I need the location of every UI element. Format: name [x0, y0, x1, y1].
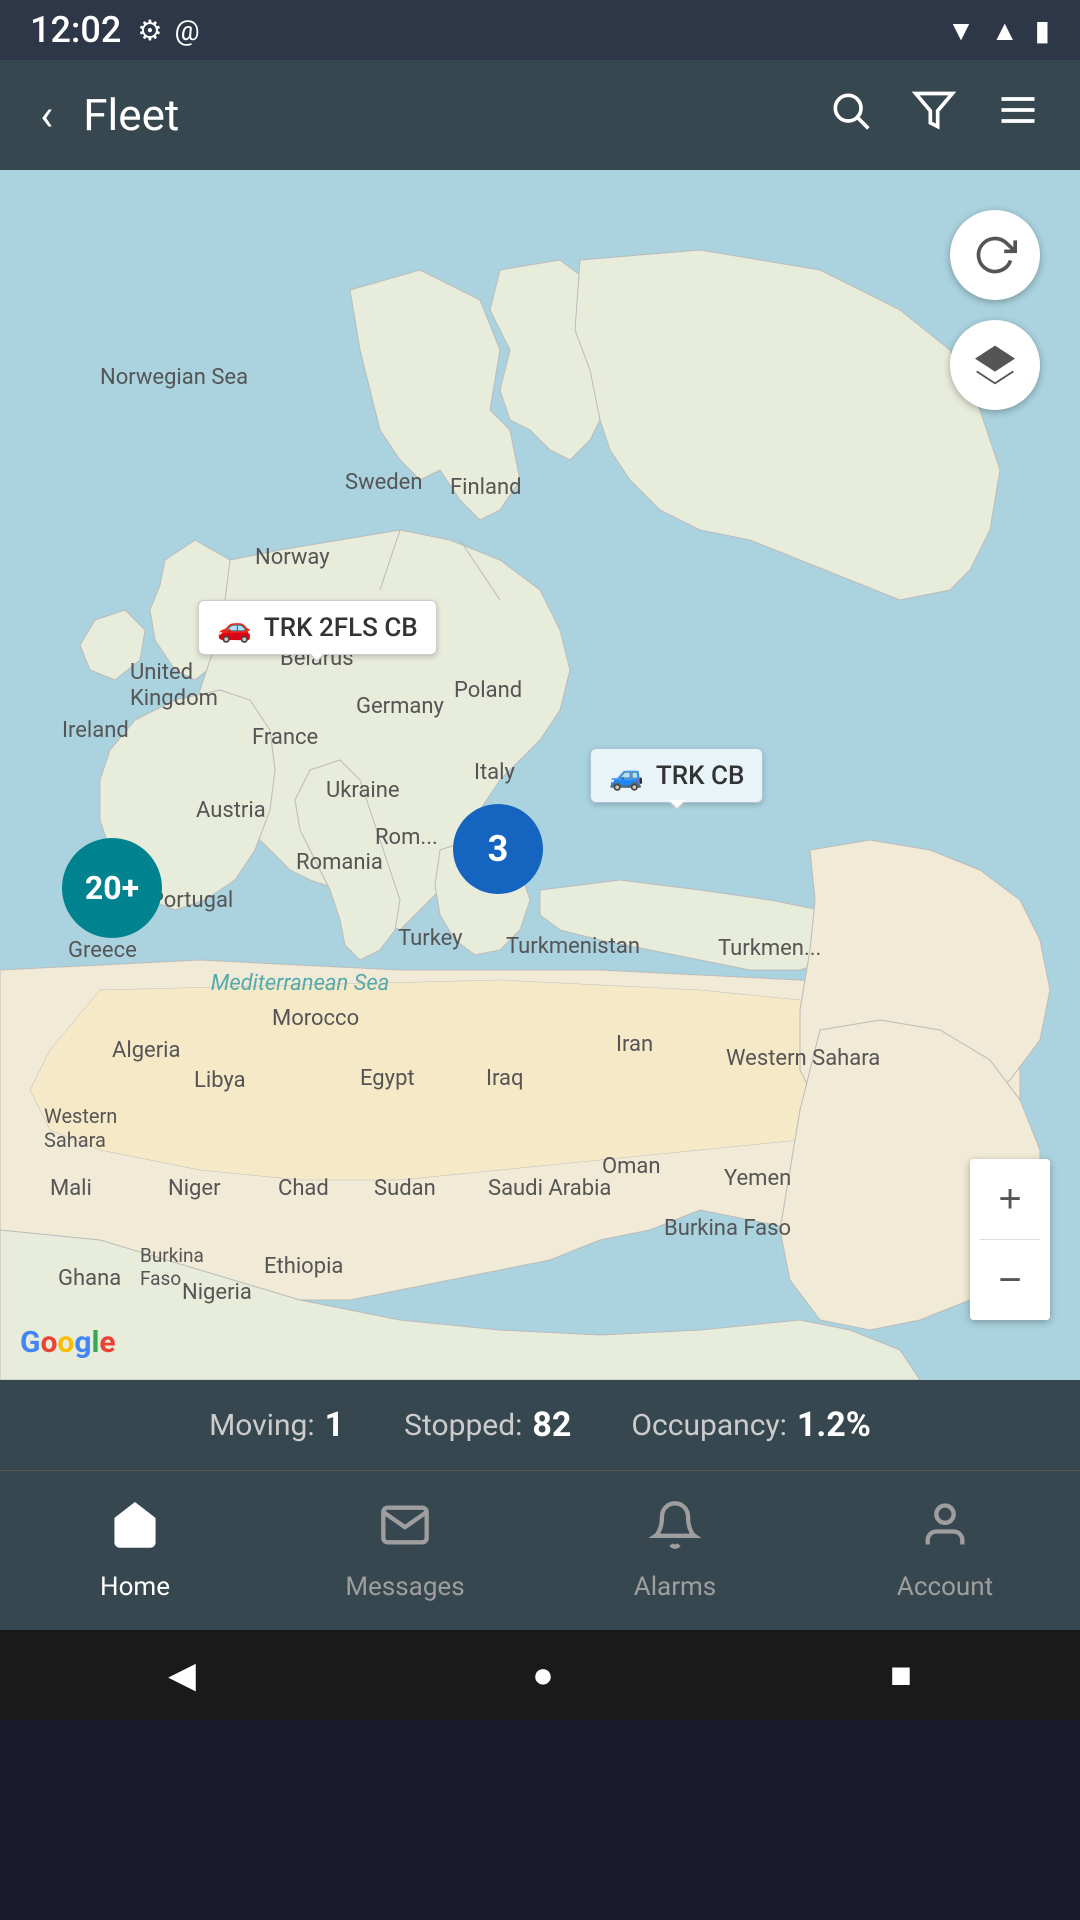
alarms-icon — [649, 1499, 701, 1564]
google-g: G — [20, 1325, 40, 1360]
signal-icon: ▲ — [991, 14, 1019, 47]
android-back-button[interactable]: ◀ — [138, 1644, 226, 1706]
wifi-icon: ▼ — [947, 14, 975, 47]
home-icon — [109, 1499, 161, 1564]
filter-button[interactable] — [902, 78, 966, 153]
google-logo: G o o g l e — [20, 1325, 116, 1360]
menu-button[interactable] — [986, 78, 1050, 153]
map-container[interactable]: Mediterranean Sea Norwegian Sea Sweden F… — [0, 170, 1080, 1380]
zoom-controls: + − — [970, 1159, 1050, 1320]
app-bar-actions — [818, 78, 1050, 153]
zoom-in-button[interactable]: + — [970, 1159, 1050, 1239]
messages-icon — [379, 1499, 431, 1564]
gear-icon: ⚙ — [137, 14, 162, 47]
stat-moving: Moving: 1 — [179, 1405, 374, 1445]
nav-home[interactable]: Home — [0, 1471, 270, 1630]
stats-bar: Moving: 1 Stopped: 82 Occupancy: 1.2% — [0, 1380, 1080, 1470]
status-bar: 12:02 ⚙ @ ▼ ▲ ▮ — [0, 0, 1080, 60]
car-icon-grey: 🚙 — [609, 759, 644, 792]
account-icon — [919, 1499, 971, 1564]
moving-value: 1 — [325, 1405, 345, 1445]
svg-text:Mediterranean Sea: Mediterranean Sea — [211, 971, 390, 996]
stopped-value: 82 — [532, 1405, 571, 1445]
nav-account[interactable]: Account — [810, 1471, 1080, 1630]
stopped-label: Stopped: — [404, 1408, 522, 1443]
cluster-3-label: 3 — [488, 828, 509, 870]
nav-messages[interactable]: Messages — [270, 1471, 540, 1630]
status-icons: ⚙ @ — [137, 14, 199, 47]
tooltip-trk2flscb[interactable]: 🚗 TRK 2FLS CB — [198, 600, 437, 655]
google-e: e — [99, 1325, 115, 1360]
google-g2: g — [74, 1325, 91, 1360]
google-o2: o — [57, 1325, 74, 1360]
stat-stopped: Stopped: 82 — [374, 1405, 601, 1445]
stat-occupancy: Occupancy: 1.2% — [601, 1405, 901, 1445]
nav-home-label: Home — [100, 1572, 170, 1602]
bottom-nav: Home Messages Alarms Account — [0, 1470, 1080, 1630]
moving-label: Moving: — [209, 1408, 315, 1443]
car-icon-red: 🚗 — [217, 611, 252, 644]
android-nav: ◀ ● ■ — [0, 1630, 1080, 1720]
page-title: Fleet — [83, 89, 798, 141]
cluster-3[interactable]: 3 — [453, 804, 543, 894]
layers-button[interactable] — [950, 320, 1040, 410]
occupancy-label: Occupancy: — [631, 1408, 786, 1443]
status-bar-right: ▼ ▲ ▮ — [947, 14, 1050, 47]
zoom-out-button[interactable]: − — [970, 1240, 1050, 1320]
nav-alarms[interactable]: Alarms — [540, 1471, 810, 1630]
status-time: 12:02 — [30, 9, 121, 51]
nav-alarms-label: Alarms — [634, 1572, 716, 1602]
occupancy-value: 1.2% — [797, 1405, 871, 1445]
battery-icon: ▮ — [1035, 14, 1050, 47]
google-l: l — [91, 1325, 99, 1360]
refresh-button[interactable] — [950, 210, 1040, 300]
cluster-20plus-label: 20+ — [85, 869, 139, 907]
status-bar-left: 12:02 ⚙ @ — [30, 9, 200, 51]
google-o1: o — [40, 1325, 57, 1360]
tooltip-trk2flscb-label: TRK 2FLS CB — [264, 613, 418, 643]
at-icon: @ — [174, 14, 199, 47]
back-button[interactable]: ‹ — [30, 79, 63, 151]
search-button[interactable] — [818, 78, 882, 153]
android-home-button[interactable]: ● — [502, 1644, 584, 1706]
tooltip-trkcb[interactable]: 🚙 TRK CB — [590, 748, 763, 803]
nav-messages-label: Messages — [345, 1572, 464, 1602]
app-bar: ‹ Fleet — [0, 60, 1080, 170]
cluster-20plus[interactable]: 20+ — [62, 838, 162, 938]
nav-account-label: Account — [897, 1572, 993, 1602]
tooltip-trkcb-label: TRK CB — [656, 761, 745, 791]
android-recent-button[interactable]: ■ — [860, 1644, 942, 1706]
